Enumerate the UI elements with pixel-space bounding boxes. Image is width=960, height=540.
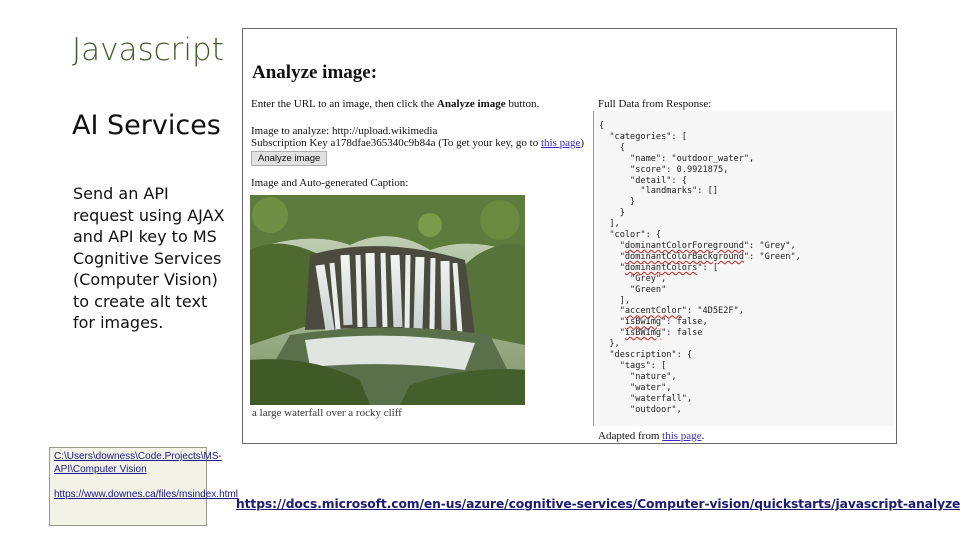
local-path-link[interactable]: C:\Users\downess\Code.Projects\MS-API\Co…	[54, 451, 222, 476]
quickstart-url-link[interactable]: https://docs.microsoft.com/en-us/azure/c…	[236, 497, 960, 511]
adapted-text: Adapted from	[598, 430, 663, 442]
downes-demo-link[interactable]: https://www.downes.ca/files/msindex.html	[54, 489, 238, 502]
image-url-input[interactable]: http://upload.wikimedia	[332, 125, 437, 137]
json-response-pane[interactable]: { "categories": [ { "name": "outdoor_wat…	[593, 111, 894, 426]
adapted-source-link[interactable]: this page	[662, 430, 701, 442]
generated-caption: a large waterfall over a rocky cliff	[252, 407, 402, 419]
json-response-text: { "categories": [ { "name": "outdoor_wat…	[599, 121, 801, 415]
caption-section-label: Image and Auto-generated Caption:	[251, 177, 409, 189]
links-note-box: C:\Users\downess\Code.Projects\MS-API\Co…	[49, 447, 238, 526]
image-url-row: Image to analyze: http://upload.wikimedi…	[251, 125, 437, 137]
slide-subtitle: AI Services	[72, 110, 221, 141]
instructions-bold: Analyze image	[436, 98, 506, 110]
instructions-end: button.	[505, 98, 540, 110]
key-hint-text: (To get your key, go to	[435, 137, 541, 149]
demo-screenshot: Analyze image: Enter the URL to an image…	[242, 28, 897, 444]
slide-title: Javascript	[72, 32, 224, 68]
demo-instructions: Enter the URL to an image, then click th…	[251, 98, 539, 110]
analyze-image-button[interactable]: Analyze image	[251, 151, 328, 166]
subscription-key-label: Subscription Key	[251, 137, 331, 149]
json-section-title: Full Data from Response:	[598, 98, 712, 110]
instructions-text: Enter the URL to an image, then click th…	[251, 98, 437, 110]
subscription-key-input[interactable]: a178dfae365340c9b84a	[330, 137, 435, 149]
demo-heading: Analyze image:	[252, 62, 378, 83]
subscription-key-row: Subscription Key a178dfae365340c9b84a (T…	[251, 137, 584, 149]
slide-body-text: Send an API request using AJAX and API k…	[73, 184, 225, 332]
key-hint-end: )	[580, 137, 585, 149]
adapted-from-note: Adapted from this page.	[598, 430, 704, 442]
adapted-end: .	[701, 430, 705, 442]
waterfall-image	[250, 195, 525, 405]
key-page-link[interactable]: this page	[541, 137, 580, 149]
image-url-label: Image to analyze:	[251, 125, 332, 137]
